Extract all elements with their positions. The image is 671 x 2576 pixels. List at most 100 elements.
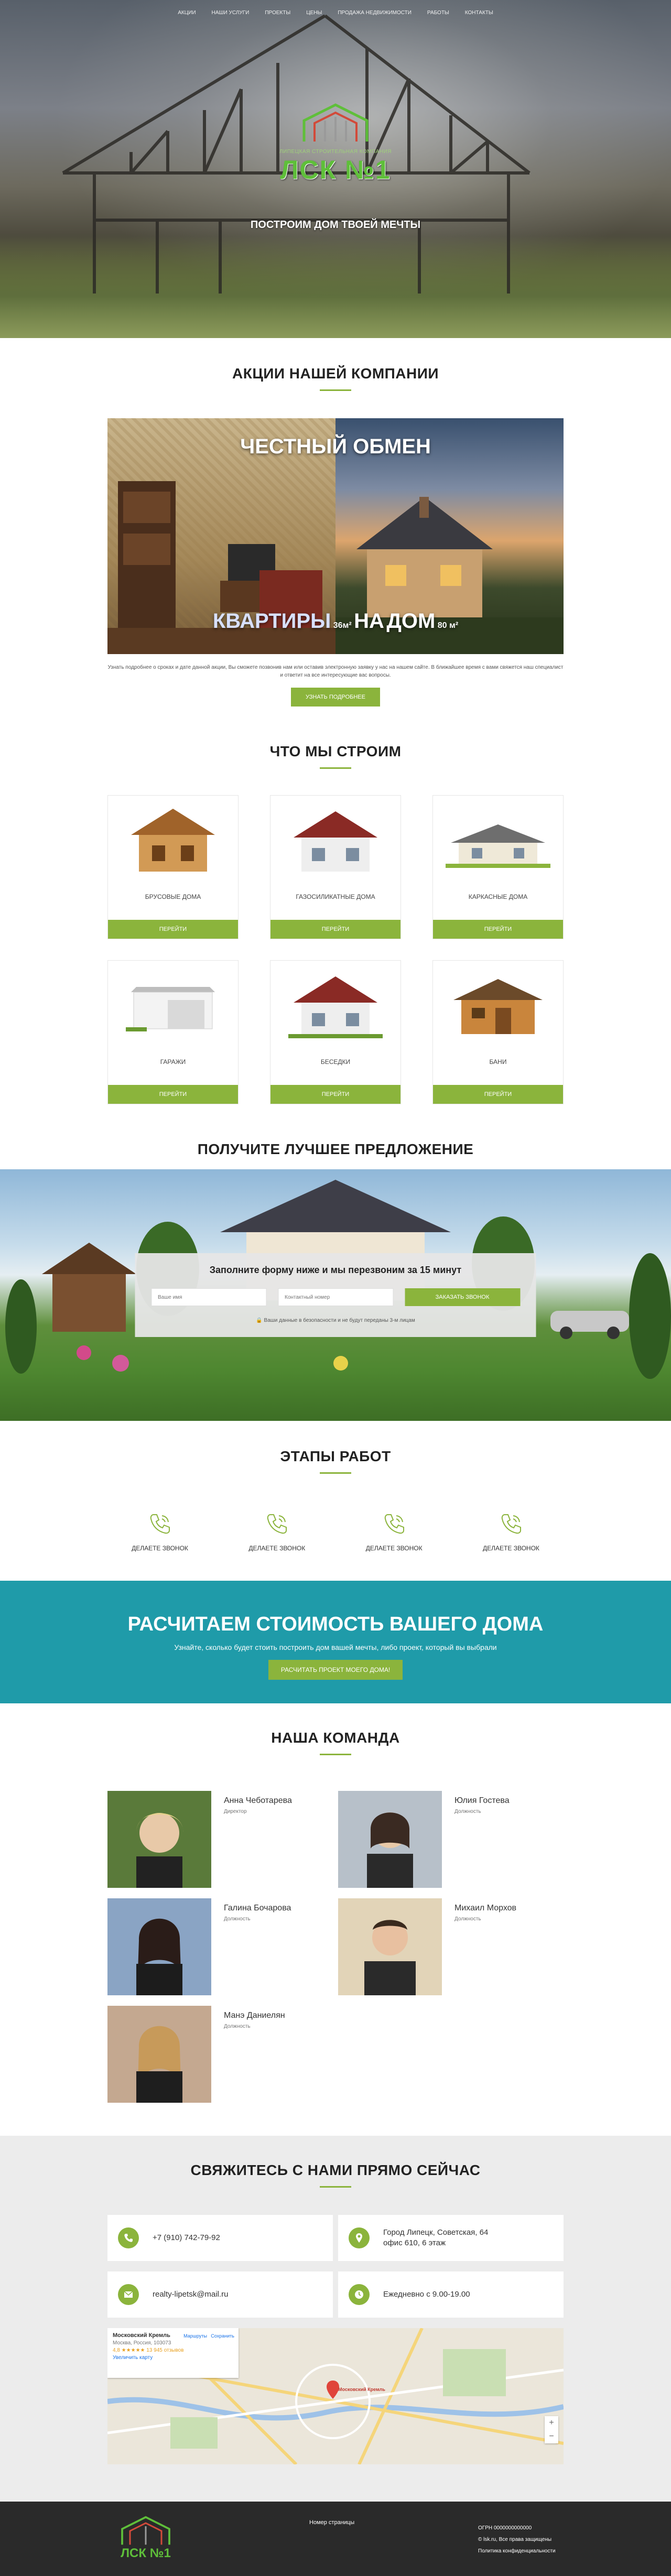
calc-subtitle: Узнайте, сколько будет стоить построить …	[174, 1643, 497, 1651]
phone-icon	[150, 1514, 170, 1534]
privacy-note: 🔒 Ваши данные в безопасности и не будут …	[256, 1318, 415, 1323]
contact-grid: +7 (910) 742-79-92 Город Липецк, Советск…	[107, 2215, 564, 2318]
member-role: Должность	[454, 1916, 481, 1922]
build-card-gazebo[interactable]: Беседки Перейти	[270, 960, 401, 1104]
team-member: Юлия Гостева Должность	[338, 1791, 564, 1888]
member-photo	[107, 1898, 211, 1995]
calc-title: РАСЧИТАЕМ СТОИМОСТЬ ВАШЕГО ДОМА	[127, 1613, 544, 1635]
bathhouse-image	[433, 961, 563, 1050]
build-card-label: Гаражи	[160, 1058, 186, 1066]
google-map[interactable]: Московский Кремль Москва, Россия, 103073…	[107, 2328, 564, 2464]
member-role: Должность	[224, 1916, 251, 1922]
order-call-button[interactable]: Заказать звонок	[405, 1288, 520, 1306]
calc-project-button[interactable]: Расчитать проект моего дома!	[268, 1660, 403, 1680]
footer-logo[interactable]: ЛСК №1	[114, 2515, 177, 2561]
banner-to-label: НА	[354, 610, 384, 633]
member-name: Манэ Даниелян	[224, 2011, 285, 2020]
email-address: realty-lipetsk@mail.ru	[153, 2290, 229, 2299]
address-text: Город Липецк, Советская, 64 офис 610, 6 …	[383, 2227, 488, 2248]
offer-background: Заполните форму ниже и мы перезвоним за …	[0, 1169, 671, 1421]
contact-title: СВЯЖИТЕСЬ С НАМИ ПРЯМО СЕЙЧАС	[190, 2162, 481, 2178]
contact-phone[interactable]: +7 (910) 742-79-92	[107, 2215, 333, 2261]
footer-policy-link[interactable]: Политика конфиденциальности	[478, 2546, 556, 2557]
address-line-2: офис 610, 6 этаж	[383, 2238, 446, 2247]
offer-title: ПОЛУЧИТЕ ЛУЧШЕЕ ПРЕДЛОЖЕНИЕ	[197, 1141, 474, 1157]
build-card-label: Каркасные дома	[468, 893, 528, 900]
map-marker-label: Московский Кремль	[338, 2387, 385, 2392]
logo-subtitle: Липецкая строительная компания	[279, 149, 392, 155]
team-member: Галина Бочарова Должность	[107, 1898, 333, 1995]
build-card-button[interactable]: Перейти	[270, 1085, 401, 1104]
gas-silicate-house-image	[270, 796, 401, 885]
nav-link-works[interactable]: Работы	[427, 10, 449, 16]
nav-link-realty[interactable]: Продажа недвижимости	[338, 10, 412, 16]
clock-icon	[349, 2284, 370, 2305]
member-name: Михаил Морхов	[454, 1904, 517, 1912]
section-divider	[320, 389, 351, 391]
member-photo	[107, 2006, 211, 2103]
section-divider	[320, 767, 351, 769]
member-role: Должность	[224, 2024, 251, 2029]
build-card-button[interactable]: Перейти	[270, 920, 401, 939]
build-title: ЧТО МЫ СТРОИМ	[269, 743, 402, 759]
nav-link-promo[interactable]: Акции	[178, 10, 196, 16]
logo-house-icon	[302, 103, 369, 142]
section-divider	[320, 1754, 351, 1755]
stages-row: Делаете звонок Делаете звонок Делаете зв…	[107, 1512, 564, 1552]
stage-item: Делаете звонок	[235, 1512, 319, 1552]
logo-title: ЛСК №1	[280, 155, 391, 184]
section-divider	[320, 2186, 351, 2188]
stage-label: Делаете звонок	[248, 1545, 306, 1552]
build-card-frame[interactable]: Каркасные дома Перейти	[432, 795, 564, 939]
team-section: НАША КОМАНДА Анна Чеботарева Директор Юли…	[0, 1703, 671, 2136]
hero-tagline: ПОСТРОИМ ДОМ ТВОЕЙ МЕЧТЫ	[250, 219, 421, 231]
build-grid: Брусовые дома Перейти Газосиликатные дом…	[107, 795, 564, 1104]
hero-logo: Липецкая строительная компания ЛСК №1	[231, 102, 440, 185]
build-card-label: Брусовые дома	[145, 893, 201, 900]
member-name: Юлия Гостева	[454, 1796, 510, 1805]
zoom-out-icon[interactable]: −	[545, 2430, 558, 2443]
zoom-in-icon[interactable]: +	[545, 2416, 558, 2430]
stage-item: Делаете звонок	[118, 1512, 202, 1552]
section-divider	[320, 1472, 351, 1474]
build-card-button[interactable]: Перейти	[433, 920, 563, 939]
nav-link-prices[interactable]: Цены	[306, 10, 322, 16]
build-card-bathhouse[interactable]: Бани Перейти	[432, 960, 564, 1104]
build-card-button[interactable]: Перейти	[108, 920, 238, 939]
nav-link-projects[interactable]: Проекты	[265, 10, 290, 16]
banner-flat-area: 36м²	[333, 621, 352, 630]
contact-section: СВЯЖИТЕСЬ С НАМИ ПРЯМО СЕЙЧАС +7 (910) 7…	[0, 2136, 671, 2502]
name-input[interactable]	[151, 1288, 266, 1306]
build-card-button[interactable]: Перейти	[433, 1085, 563, 1104]
banner-house-area: 80 м²	[437, 621, 459, 630]
contact-email[interactable]: realty-lipetsk@mail.ru	[107, 2271, 333, 2318]
map-place-address: Москва, Россия, 103073	[113, 2340, 171, 2346]
map-zoom-controls[interactable]: + −	[545, 2416, 558, 2443]
team-member: Манэ Даниелян Должность	[107, 2006, 333, 2103]
build-card-timber[interactable]: Брусовые дома Перейти	[107, 795, 239, 939]
contact-hours: Ежедневно с 9.00-19.00	[338, 2271, 564, 2318]
footer-rights: © lsk.ru, Все права защищены	[478, 2537, 552, 2542]
map-enlarge-link[interactable]: Увеличить карту	[113, 2355, 233, 2361]
frame-house-image	[433, 796, 563, 885]
hero-section: Акции Наши услуги Проекты Цены Продажа н…	[0, 0, 671, 338]
build-card-gas-silicate[interactable]: Газосиликатные дома Перейти	[270, 795, 401, 939]
promo-banner[interactable]: ЧЕСТНЫЙ ОБМЕН КВАРТИРЫ 36м² НА ДОМ 80 м²	[107, 418, 564, 654]
nav-link-services[interactable]: Наши услуги	[212, 10, 250, 16]
map-save-link[interactable]: Сохранить	[211, 2333, 234, 2339]
map-route-link[interactable]: Маршруты	[183, 2333, 207, 2339]
map-pin-icon	[349, 2227, 370, 2248]
promo-details-button[interactable]: Узнать подробнее	[291, 688, 380, 707]
main-nav: Акции Наши услуги Проекты Цены Продажа н…	[0, 0, 671, 25]
phone-icon	[118, 2227, 139, 2248]
nav-link-contacts[interactable]: Контакты	[465, 10, 493, 16]
phone-number: +7 (910) 742-79-92	[153, 2233, 220, 2242]
timber-house-image	[108, 796, 238, 885]
build-card-button[interactable]: Перейти	[108, 1085, 238, 1104]
team-grid: Анна Чеботарева Директор Юлия Гостева Долж…	[107, 1791, 564, 2103]
phone-input[interactable]	[278, 1288, 393, 1306]
build-card-label: Газосиликатные дома	[296, 893, 375, 900]
callback-form: Заполните форму ниже и мы перезвоним за …	[135, 1253, 536, 1337]
build-card-garage[interactable]: Гаражи Перейти	[107, 960, 239, 1104]
member-photo	[107, 1791, 211, 1888]
